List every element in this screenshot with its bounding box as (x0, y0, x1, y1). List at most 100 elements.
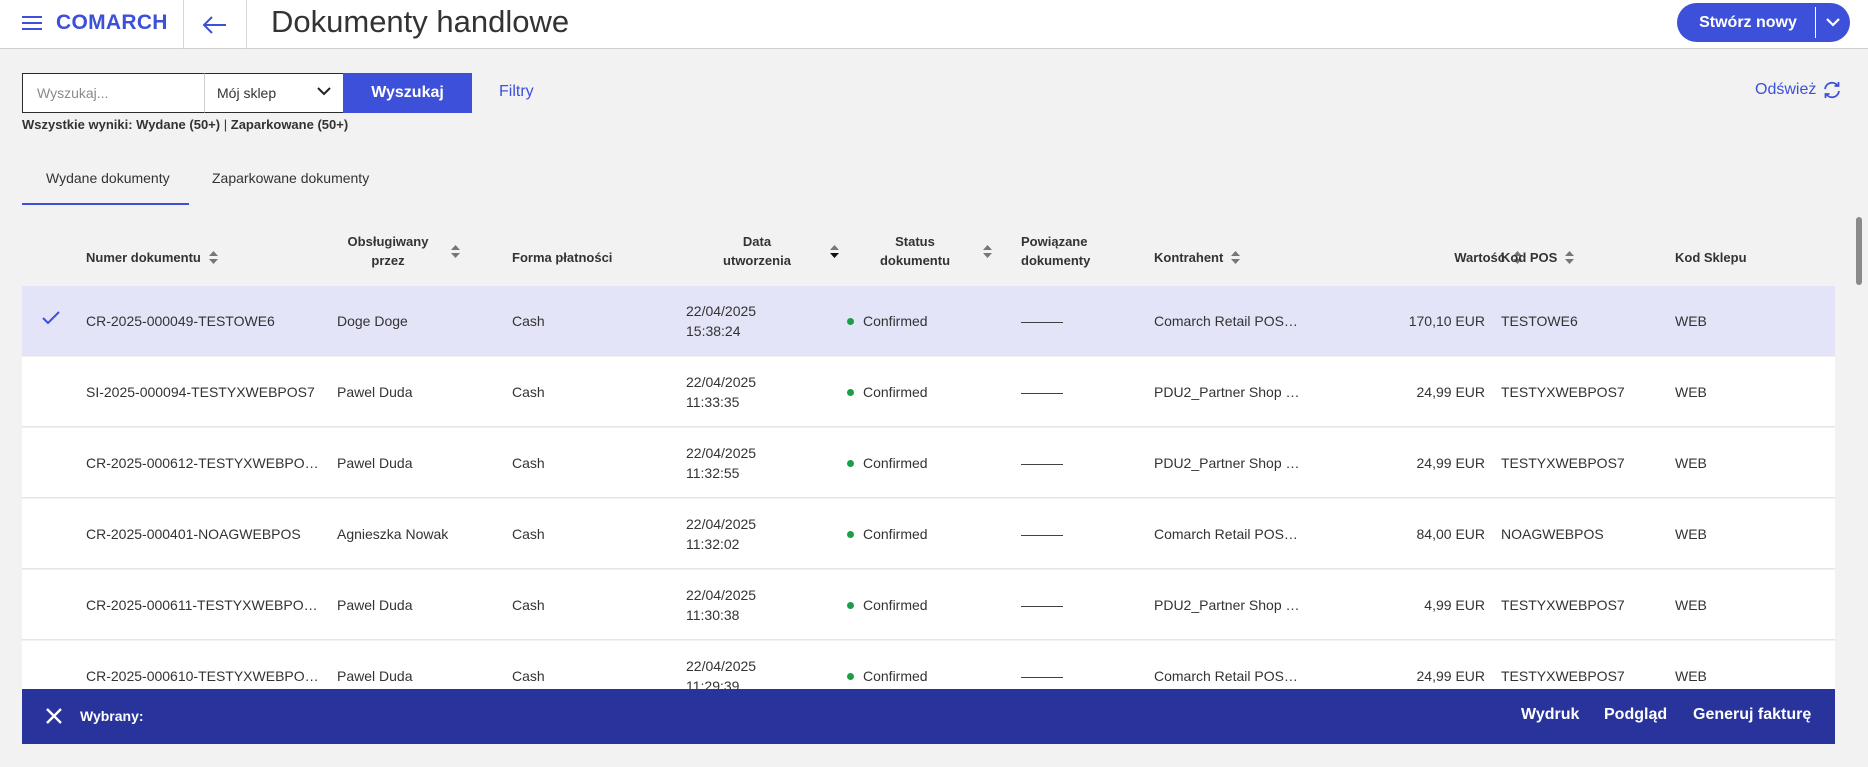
create-new-button-group: Stwórz nowy (1677, 3, 1850, 42)
served-by: Pawel Duda (337, 597, 413, 613)
creation-date-time: 11:32:55 (686, 465, 740, 481)
status-label: Confirmed (863, 668, 928, 684)
column-header-related: Powiązane dokumenty (1021, 234, 1091, 268)
column-header-number[interactable]: Numer dokumentu (86, 248, 218, 267)
payment-method: Cash (512, 455, 545, 471)
search-input[interactable] (22, 73, 205, 113)
column-header-pos[interactable]: Kod POS (1501, 248, 1575, 267)
store-code: WEB (1675, 455, 1707, 471)
creation-date-time: 11:32:02 (686, 536, 740, 552)
document-value: 170,10 EUR (1408, 313, 1485, 329)
refresh-label: Odśwież (1755, 81, 1817, 98)
document-status: Confirmed (847, 286, 928, 356)
payment-method: Cash (512, 313, 545, 329)
column-header-status[interactable]: Status dokumentu (855, 232, 992, 270)
checkmark-icon (42, 311, 60, 325)
refresh-icon (1824, 81, 1841, 99)
document-value: 24,99 EUR (1416, 384, 1485, 400)
contractor: PDU2_Partner Shop … (1154, 597, 1300, 613)
pos-code: NOAGWEBPOS (1501, 526, 1604, 542)
results-parked-link[interactable]: Zaparkowane (50+) (231, 117, 348, 132)
creation-date: 22/04/2025 11:30:38 (686, 570, 756, 640)
creation-date-time: 11:30:38 (686, 607, 740, 623)
contractor: PDU2_Partner Shop … (1154, 455, 1300, 471)
contractor: Comarch Retail POS… (1154, 313, 1298, 329)
sort-icon[interactable] (1231, 251, 1241, 264)
creation-date-time: 15:38:24 (686, 323, 741, 339)
status-label: Confirmed (863, 455, 928, 471)
payment-method: Cash (512, 384, 545, 400)
active-tab-indicator (22, 203, 189, 205)
status-dot-icon (847, 388, 854, 396)
hamburger-menu-icon[interactable] (22, 15, 42, 31)
status-label: Confirmed (863, 384, 928, 400)
table-row[interactable]: CR-2025-000049-TESTOWE6 Doge Doge Cash 2… (22, 286, 1835, 356)
table-row[interactable]: SI-2025-000094-TESTYXWEBPOS7 Pawel Duda … (22, 357, 1835, 427)
table-row[interactable]: CR-2025-000612-TESTYXWEBPO… Pawel Duda C… (22, 428, 1835, 498)
creation-date-day: 22/04/2025 (686, 445, 757, 461)
served-by: Doge Doge (337, 313, 408, 329)
creation-date-day: 22/04/2025 (686, 374, 757, 390)
close-icon[interactable] (44, 706, 64, 726)
contractor: PDU2_Partner Shop … (1154, 384, 1300, 400)
table-header: Numer dokumentu Obsługiwany przez Forma … (22, 230, 1835, 285)
store-code: WEB (1675, 597, 1707, 613)
payment-method: Cash (512, 597, 545, 613)
app-header: COMARCH Dokumenty handlowe Stwórz nowy (0, 0, 1868, 49)
related-documents: ——— (1021, 384, 1063, 400)
column-header-contractor[interactable]: Kontrahent (1154, 248, 1241, 267)
column-header-served-by[interactable]: Obsługiwany przez (333, 232, 483, 270)
print-button[interactable]: Wydruk (1521, 706, 1579, 724)
create-new-dropdown-button[interactable] (1816, 3, 1850, 42)
create-new-button[interactable]: Stwórz nowy (1677, 3, 1815, 42)
table-row[interactable]: CR-2025-000611-TESTYXWEBPO… Pawel Duda C… (22, 570, 1835, 640)
sort-icon[interactable] (1565, 251, 1575, 264)
search-button[interactable]: Wyszukaj (343, 73, 472, 113)
document-number: SI-2025-000094-TESTYXWEBPOS7 (86, 384, 315, 400)
header-divider (246, 0, 247, 49)
store-code: WEB (1675, 384, 1707, 400)
sort-icon[interactable] (983, 244, 992, 258)
preview-button[interactable]: Podgląd (1604, 706, 1667, 724)
comarch-logo: COMARCH (56, 11, 168, 34)
status-label: Confirmed (863, 313, 928, 329)
document-value: 24,99 EUR (1416, 455, 1485, 471)
related-documents: ——— (1021, 313, 1063, 329)
selection-action-bar: Wybrany: Wydruk Podgląd Generuj fakturę (22, 689, 1835, 744)
document-number: CR-2025-000611-TESTYXWEBPO… (86, 597, 318, 613)
document-status: Confirmed (847, 570, 928, 640)
sort-icon[interactable] (451, 244, 460, 258)
filters-link[interactable]: Filtry (499, 83, 534, 101)
sort-icon[interactable] (208, 251, 218, 264)
store-select[interactable]: Mój sklep (204, 73, 344, 113)
refresh-button[interactable]: Odśwież (1755, 81, 1842, 99)
results-prefix: Wszystkie wyniki: (22, 117, 133, 132)
creation-date: 22/04/2025 15:38:24 (686, 286, 756, 356)
creation-date-time: 11:33:35 (686, 394, 740, 410)
store-code: WEB (1675, 526, 1707, 542)
document-number: CR-2025-000049-TESTOWE6 (86, 313, 275, 329)
back-button[interactable] (184, 0, 246, 49)
table-row[interactable]: CR-2025-000401-NOAGWEBPOS Agnieszka Nowa… (22, 499, 1835, 569)
creation-date: 22/04/2025 11:32:55 (686, 428, 756, 498)
tab-issued-documents[interactable]: Wydane dokumenty (46, 170, 170, 186)
contractor: Comarch Retail POS… (1154, 526, 1298, 542)
pos-code: TESTYXWEBPOS7 (1501, 597, 1625, 613)
column-header-date[interactable]: Data utworzenia (692, 232, 839, 270)
generate-invoice-button[interactable]: Generuj fakturę (1693, 706, 1811, 724)
results-issued-link[interactable]: Wydane (50+) (136, 117, 220, 132)
pos-code: TESTYXWEBPOS7 (1501, 384, 1625, 400)
store-select-value: Mój sklep (217, 85, 277, 101)
document-status: Confirmed (847, 499, 928, 569)
creation-date: 22/04/2025 11:32:02 (686, 499, 756, 569)
tab-parked-documents[interactable]: Zaparkowane dokumenty (212, 170, 369, 186)
document-value: 4,99 EUR (1424, 597, 1485, 613)
vertical-scrollbar[interactable] (1856, 217, 1862, 285)
selected-label: Wybrany: (80, 708, 144, 724)
served-by: Pawel Duda (337, 384, 413, 400)
arrow-left-icon (203, 15, 226, 34)
payment-method: Cash (512, 526, 545, 542)
creation-date: 22/04/2025 11:33:35 (686, 357, 756, 427)
sort-active-icon[interactable] (830, 244, 839, 258)
pos-code: TESTOWE6 (1501, 313, 1578, 329)
